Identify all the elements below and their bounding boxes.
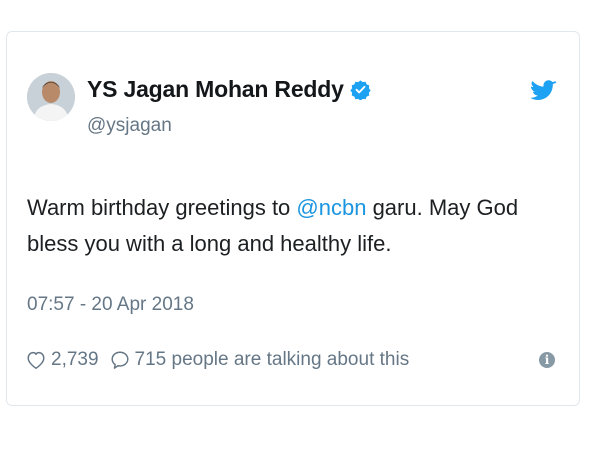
tweet-text-start: Warm birthday greetings to <box>27 195 297 220</box>
verified-badge-icon <box>350 79 371 101</box>
mention-link[interactable]: @ncbn <box>296 195 366 220</box>
tweet-card: YS Jagan Mohan Reddy @ysjagan Warm birth… <box>6 31 580 406</box>
avatar-image <box>27 73 75 121</box>
speech-bubble-icon[interactable] <box>109 349 131 371</box>
tweet-text: Warm birthday greetings to @ncbn garu. M… <box>27 190 567 262</box>
twitter-bird-icon[interactable] <box>529 80 557 102</box>
tweet-timestamp[interactable]: 07:57 - 20 Apr 2018 <box>27 294 194 316</box>
heart-icon[interactable] <box>25 349 47 371</box>
display-name[interactable]: YS Jagan Mohan Reddy <box>87 76 344 103</box>
like-count[interactable]: 2,739 <box>51 349 99 371</box>
talking-count[interactable]: 715 people are talking about this <box>135 349 410 371</box>
author-row: YS Jagan Mohan Reddy <box>87 76 371 103</box>
user-handle[interactable]: @ysjagan <box>87 115 172 137</box>
tweet-actions: 2,739 715 people are talking about this <box>25 349 409 371</box>
avatar[interactable] <box>27 73 75 121</box>
info-icon[interactable]: i <box>539 352 555 368</box>
